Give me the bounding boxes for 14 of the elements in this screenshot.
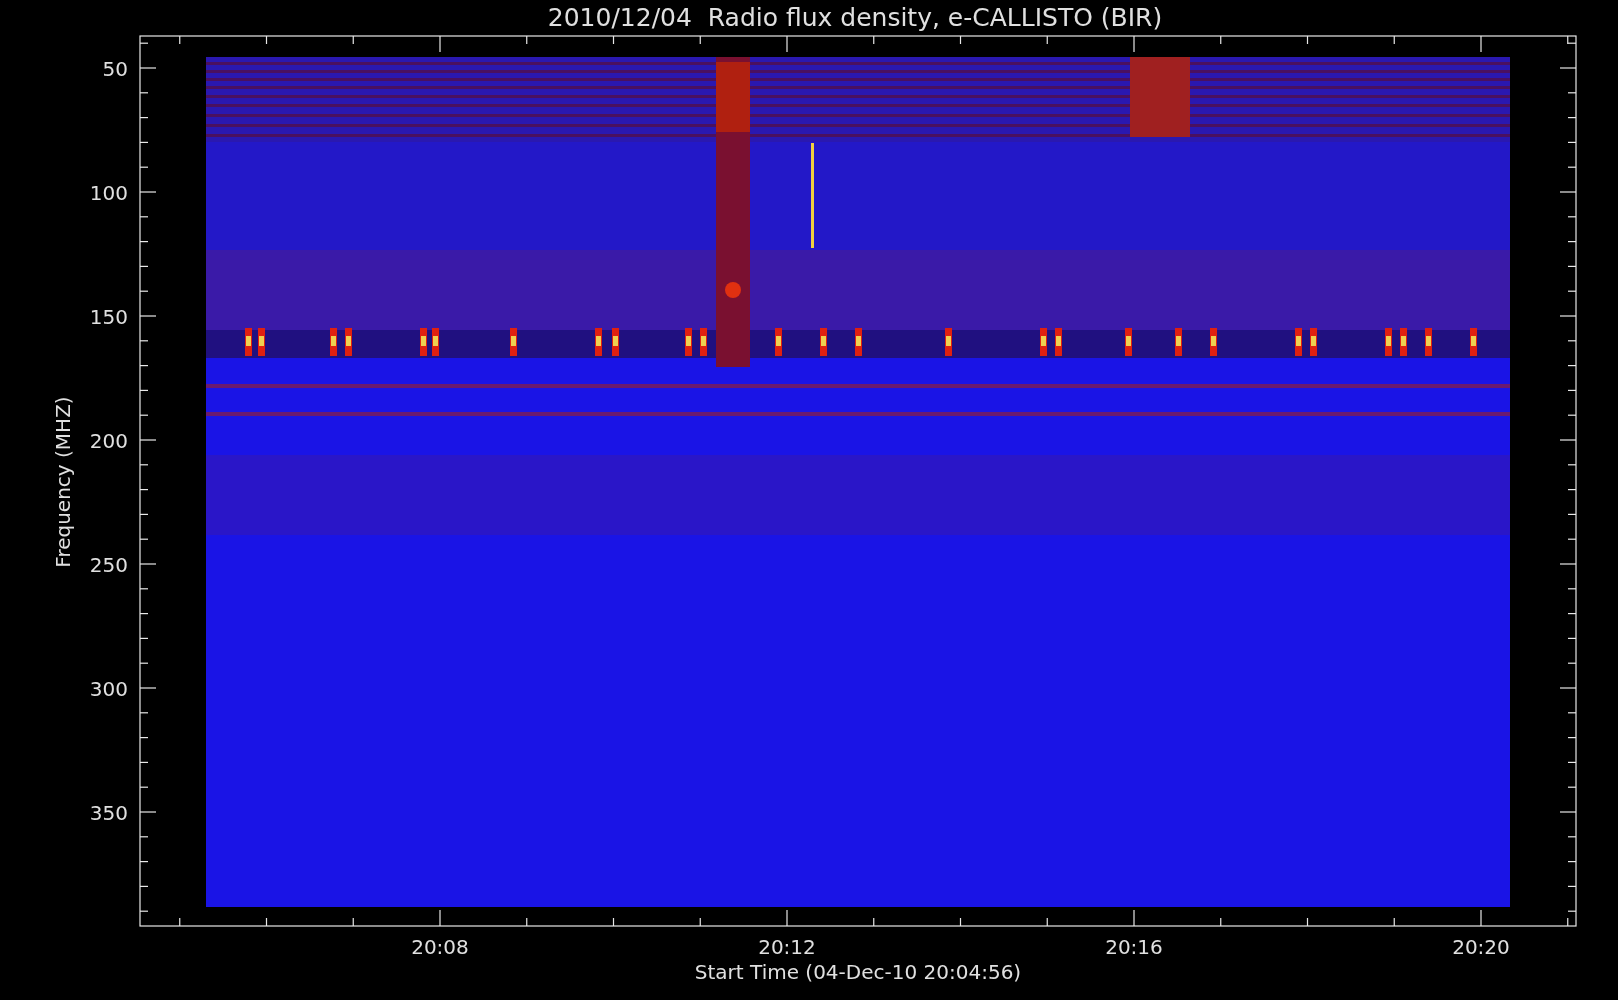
x-tick-label: 20:20 — [1452, 935, 1510, 959]
y-tick-label: 250 — [89, 553, 128, 577]
y-tick-label: 350 — [89, 801, 128, 825]
x-tick-label: 20:16 — [1105, 935, 1163, 959]
x-tick-label: 20:08 — [411, 935, 469, 959]
y-tick-label: 150 — [89, 305, 128, 329]
x-tick-label: 20:12 — [758, 935, 816, 959]
y-tick-label: 50 — [102, 57, 128, 81]
chart-title: 2010/12/04 Radio flux density, e-CALLISTO (BIR) — [547, 3, 1163, 32]
y-tick-label: 200 — [89, 429, 128, 453]
y-tick-label: 300 — [89, 677, 128, 701]
y-axis-label: Frequency (MHZ) — [51, 396, 75, 568]
y-tick-label: 100 — [89, 181, 128, 205]
x-axis-label: Start Time (04-Dec-10 20:04:56) — [694, 960, 1022, 984]
